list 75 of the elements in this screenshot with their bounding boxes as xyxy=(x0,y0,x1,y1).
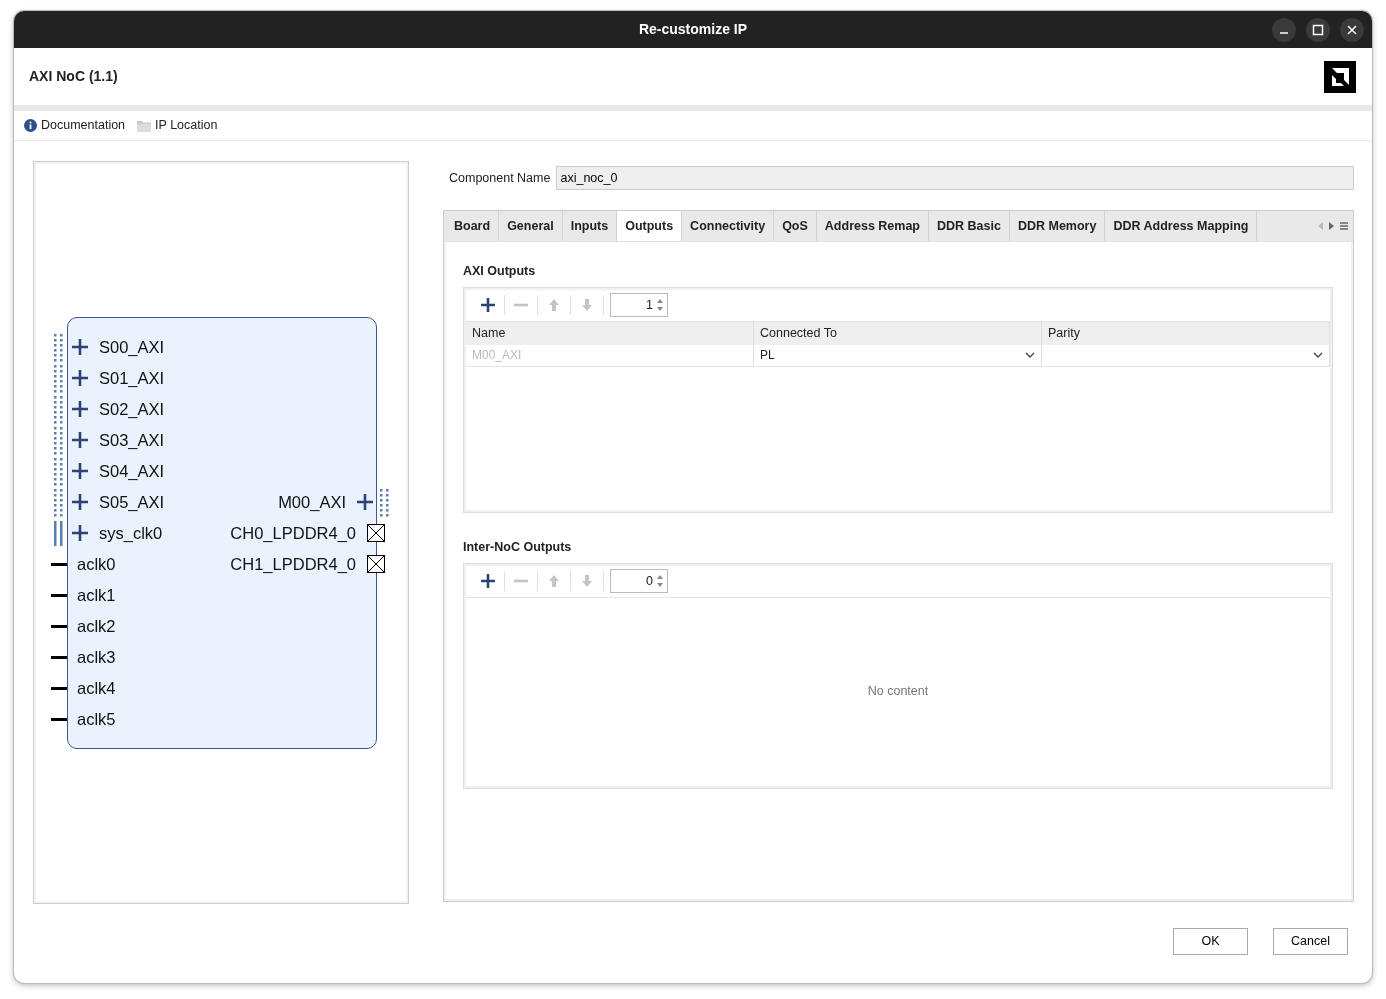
port-label: S04_AXI xyxy=(99,460,165,482)
plus-icon xyxy=(72,525,88,541)
count-spinner[interactable]: 0 xyxy=(610,569,668,593)
spinner-arrows-icon[interactable] xyxy=(656,574,664,588)
table-cell: M00_AXI xyxy=(466,344,754,367)
close-icon xyxy=(1347,25,1357,35)
minimize-icon xyxy=(1279,32,1289,34)
dialog-button[interactable]: Cancel xyxy=(1273,928,1348,955)
port-label: S01_AXI xyxy=(99,367,165,389)
section-title: Inter-NoC Outputs xyxy=(463,538,573,556)
port-label: S05_AXI xyxy=(99,491,165,513)
column-header: Connected To xyxy=(754,321,1042,345)
plus-icon xyxy=(72,494,88,510)
close-button[interactable] xyxy=(1340,18,1364,42)
tab[interactable]: DDR Address Mapping xyxy=(1105,211,1258,241)
count-spinner[interactable]: 1 xyxy=(610,293,668,318)
toolbar-link[interactable]: Documentation xyxy=(24,116,126,135)
tab[interactable]: Address Remap xyxy=(816,211,929,241)
tab[interactable]: Outputs xyxy=(617,211,683,241)
section-title: AXI Outputs xyxy=(463,263,537,280)
empty-message: No content xyxy=(867,683,929,701)
tab[interactable]: Connectivity xyxy=(682,211,775,241)
tab[interactable]: DDR Basic xyxy=(929,211,1010,241)
plus-icon xyxy=(357,494,373,510)
wire-pin-icon xyxy=(51,686,67,690)
wire-pin-icon xyxy=(51,593,67,597)
dropdown-cell[interactable] xyxy=(1042,344,1330,367)
tab[interactable]: Board xyxy=(446,211,500,241)
port-label: aclk1 xyxy=(77,584,116,606)
unconnected-port-icon xyxy=(367,555,385,573)
plus-icon xyxy=(72,432,88,448)
info-icon xyxy=(24,119,37,132)
wire-pin-icon xyxy=(51,562,67,566)
plus-icon xyxy=(72,401,88,417)
component-name-field[interactable]: axi_noc_0 xyxy=(556,166,1354,190)
plus-icon xyxy=(72,370,88,386)
maximize-icon xyxy=(1312,24,1324,36)
tab[interactable]: General xyxy=(499,211,563,241)
chevron-down-icon xyxy=(1025,352,1035,359)
plus-icon xyxy=(72,339,88,355)
column-header: Parity xyxy=(1042,321,1330,345)
tab[interactable]: QoS xyxy=(774,211,817,241)
port-label: M00_AXI xyxy=(278,491,346,513)
dialog-title: AXI NoC (1.1) xyxy=(29,67,118,86)
field-label: Component Name xyxy=(449,169,551,187)
spinner-arrows-icon[interactable] xyxy=(656,298,664,313)
port-label: CH1_LPDDR4_0 xyxy=(230,553,356,575)
wire-pin-icon xyxy=(51,655,67,659)
port-label: aclk3 xyxy=(77,646,116,668)
minimize-button[interactable] xyxy=(1272,18,1296,42)
dialog-button[interactable]: OK xyxy=(1173,928,1248,955)
port-label: S00_AXI xyxy=(99,336,165,358)
port-label: aclk2 xyxy=(77,615,116,637)
port-label: S02_AXI xyxy=(99,398,165,420)
wire-pin-icon xyxy=(51,717,67,721)
port-label: S03_AXI xyxy=(99,429,165,451)
scroll-right-icon[interactable] xyxy=(1328,221,1335,231)
window-title: Re-customize IP xyxy=(638,20,748,39)
plus-icon xyxy=(72,463,88,479)
unconnected-port-icon xyxy=(367,524,385,542)
port-label: CH0_LPDDR4_0 xyxy=(230,522,356,544)
chevron-down-icon xyxy=(1313,352,1323,359)
maximize-button[interactable] xyxy=(1306,18,1330,42)
tab[interactable]: DDR Memory xyxy=(1009,211,1106,241)
column-header: Name xyxy=(466,321,754,345)
corner-arrow-logo xyxy=(1324,60,1356,93)
port-label: sys_clk0 xyxy=(99,522,163,544)
toolbar-link[interactable]: IP Location xyxy=(137,116,218,135)
port-label: aclk0 xyxy=(77,553,116,575)
menu-icon[interactable] xyxy=(1339,221,1349,231)
wire-pin-icon xyxy=(51,624,67,628)
port-label: aclk5 xyxy=(77,708,116,730)
dropdown-cell[interactable]: PL xyxy=(754,344,1042,367)
folder-icon xyxy=(137,119,152,132)
port-label: aclk4 xyxy=(77,677,116,699)
